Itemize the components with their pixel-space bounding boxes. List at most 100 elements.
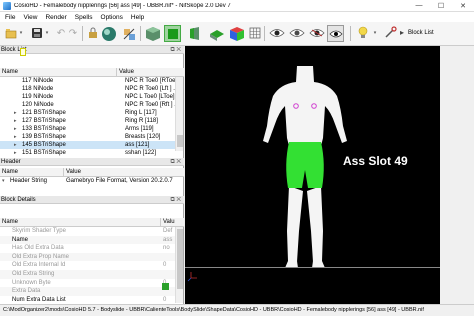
block-details-scrollbar[interactable] xyxy=(175,227,183,303)
block-details-dock-header: Block Details ⧉ ✕ xyxy=(0,196,184,204)
detail-value[interactable]: no xyxy=(163,244,170,253)
col-value[interactable]: Valu xyxy=(160,218,175,227)
dock-buttons[interactable]: ⧉ ✕ xyxy=(170,158,181,166)
status-bar: C:\ModOrganizer2\mods\CosioHD 5.7 - Body… xyxy=(0,304,474,316)
save-dropdown-icon[interactable]: ▾ xyxy=(44,26,50,40)
viewport-slot-label: Ass Slot 49 xyxy=(343,154,408,168)
block-details-row[interactable]: Old Extra Prop Name xyxy=(0,252,176,262)
block-list-row[interactable]: 118 NiNode NPC R Toe0 [Lft ] ... xyxy=(0,85,176,93)
grid-icon[interactable] xyxy=(248,26,262,40)
col-value[interactable]: Value xyxy=(116,68,134,77)
expand-arrow-icon[interactable]: ▸ xyxy=(14,133,17,141)
block-value: Ring R [118] xyxy=(125,118,158,124)
block-details-row[interactable]: Skyrim Shader Type Def xyxy=(0,227,176,236)
transform-icon[interactable] xyxy=(120,25,137,42)
load-dropdown-icon[interactable]: ▾ xyxy=(18,26,24,40)
lighting-icon[interactable] xyxy=(354,26,371,40)
collapse-arrow-icon[interactable]: ▾ xyxy=(2,177,5,185)
block-list-scrollbar[interactable] xyxy=(175,77,183,151)
front-view-icon[interactable] xyxy=(164,25,181,42)
menu-spells[interactable]: Spells xyxy=(75,14,93,21)
wireframe-icon[interactable] xyxy=(327,25,344,42)
window-title: CosioHD - Femalebody nipplerings [56] as… xyxy=(14,2,231,9)
detail-value[interactable]: 0 xyxy=(163,261,166,270)
menu-render[interactable]: Render xyxy=(45,14,66,21)
render-viewport[interactable]: Ass Slot 49 xyxy=(185,46,440,304)
block-list-row[interactable]: ▸ 133 BSTriShape Arms [119] xyxy=(0,125,176,133)
header-row-value: Gamebryo File Format, Version 20.2.0.7 xyxy=(66,178,173,184)
toolbar-separator xyxy=(140,26,141,41)
menu-help[interactable]: Help xyxy=(131,14,144,21)
left-panel: Block List ⧉ ✕ Name Value 117 NiNode NPC … xyxy=(0,46,184,304)
block-list-row[interactable]: ▸ 127 BSTriShape Ring R [118] xyxy=(0,117,176,125)
minimize-button[interactable]: — xyxy=(408,0,430,12)
close-button[interactable]: ✕ xyxy=(452,0,474,12)
block-list-row[interactable]: ▸ 151 BSTriShape sshan [122] xyxy=(0,149,176,157)
menu-bar: File View Render Spells Options Help xyxy=(0,12,474,22)
block-list-toolbar-label[interactable]: Block List xyxy=(408,30,434,36)
block-list-column-header: Name Value xyxy=(0,68,184,77)
add-extra-data-icon[interactable] xyxy=(162,283,169,290)
col-name[interactable]: Name xyxy=(2,68,18,77)
detail-name: Skyrim Shader Type xyxy=(12,228,66,234)
expand-arrow-icon[interactable]: ▸ xyxy=(14,149,17,157)
header-dock-header: Header ⧉ ✕ xyxy=(0,158,184,166)
scrollbar-thumb[interactable] xyxy=(177,229,183,289)
block-list-row[interactable]: 120 NiNode NPC R Toe0 [Rft ] ... xyxy=(0,101,176,109)
block-list-row[interactable]: ▸ 145 BSTriShape ass [121] xyxy=(0,141,176,149)
save-icon[interactable] xyxy=(30,26,44,40)
col-value[interactable]: Value xyxy=(63,168,81,177)
col-name[interactable]: Name xyxy=(2,218,18,227)
expand-arrow-icon[interactable]: ▸ xyxy=(14,141,17,149)
block-list-row[interactable]: 117 NiNode NPC R Toe0 [RToe... xyxy=(0,77,176,85)
ground-plane xyxy=(185,267,440,268)
block-list-row[interactable]: ▸ 139 BSTriShape Breasts [120] xyxy=(0,133,176,141)
toolbar: ▾ ▾ ↶ ↷ ▾ ▸ Block List xyxy=(0,22,474,46)
toolbar-separator xyxy=(350,26,351,41)
block-list-row[interactable]: ▸ 121 BSTriShape Ring L [117] xyxy=(0,109,176,117)
block-details-row[interactable]: Name ass xyxy=(0,235,176,245)
header-row[interactable]: ▾ Header String Gamebryo File Format, Ve… xyxy=(0,177,176,185)
block-details-row[interactable]: Extra Data xyxy=(0,287,176,296)
block-details-row[interactable]: Has Old Extra Data no xyxy=(0,244,176,253)
block-name: 121 BSTriShape xyxy=(22,110,66,116)
settings-icon[interactable] xyxy=(382,26,398,40)
redo-icon[interactable]: ↷ xyxy=(66,26,80,40)
nifskope-app-icon xyxy=(3,1,11,10)
show-hidden-icon[interactable] xyxy=(288,26,305,40)
block-name: 118 NiNode xyxy=(22,86,54,92)
block-details-row[interactable]: Old Extra String xyxy=(0,270,176,279)
top-view-icon[interactable] xyxy=(208,25,225,42)
side-view-icon[interactable] xyxy=(186,25,203,42)
block-name: 151 BSTriShape xyxy=(22,150,66,156)
color-cube-icon[interactable] xyxy=(228,25,245,42)
maximize-button[interactable]: ☐ xyxy=(430,0,452,12)
block-list-dropdown-icon[interactable]: ▸ xyxy=(400,28,404,37)
header-title: Header xyxy=(1,159,21,165)
lighting-dropdown-icon[interactable]: ▾ xyxy=(372,26,378,40)
select-object-icon[interactable] xyxy=(100,25,117,42)
expand-arrow-icon[interactable]: ▸ xyxy=(14,109,17,117)
show-nodes-icon[interactable] xyxy=(308,26,325,40)
menu-file[interactable]: File xyxy=(5,14,15,21)
dock-buttons[interactable]: ⧉ ✕ xyxy=(170,196,181,204)
lock-icon[interactable] xyxy=(86,26,100,40)
expand-arrow-icon[interactable]: ▸ xyxy=(14,117,17,125)
expand-arrow-icon[interactable]: ▸ xyxy=(14,125,17,133)
block-details-row[interactable]: Unknown Byte0 xyxy=(0,279,176,288)
menu-options[interactable]: Options xyxy=(101,14,123,21)
block-list-dock-header: Block List ⧉ ✕ xyxy=(0,46,184,54)
load-icon[interactable] xyxy=(4,26,18,40)
scrollbar-thumb[interactable] xyxy=(177,135,183,147)
cube-view-icon[interactable] xyxy=(144,25,161,42)
col-name[interactable]: Name xyxy=(2,168,18,177)
detail-name: Old Extra String xyxy=(12,271,55,277)
block-value: NPC R Toe0 [Lft ] ... xyxy=(125,86,176,92)
toggle-visibility-icon[interactable] xyxy=(268,26,285,40)
detail-value[interactable]: Def xyxy=(163,227,172,236)
menu-view[interactable]: View xyxy=(23,14,37,21)
detail-value[interactable]: ass xyxy=(163,236,172,245)
block-list-row[interactable]: 119 NiNode NPC L Toe0 [LToe]... xyxy=(0,93,176,101)
block-details-row[interactable]: Old Extra Internal Id 0 xyxy=(0,261,176,270)
dock-buttons[interactable]: ⧉ ✕ xyxy=(170,46,181,54)
